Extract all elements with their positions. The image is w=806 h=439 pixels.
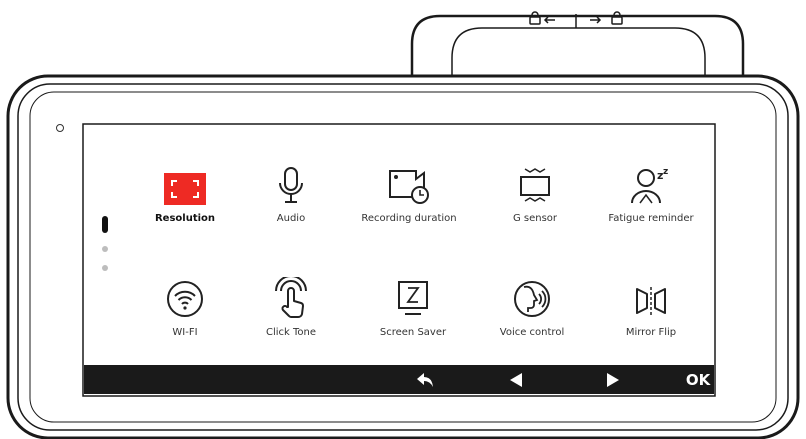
menu-item-click-tone[interactable]: Click Tone	[228, 271, 354, 338]
settings-screen: Resolution Audio Recording duration G se…	[84, 125, 714, 394]
menu-item-label: Click Tone	[265, 327, 317, 338]
unlock-lock-icons	[529, 11, 623, 28]
g-sensor-icon	[520, 168, 550, 202]
front-camera-lens	[56, 124, 64, 132]
menu-item-label: Recording duration	[361, 213, 457, 224]
page-indicator-active	[102, 216, 108, 233]
menu-item-label: Voice control	[499, 327, 565, 338]
page-indicator-dot	[102, 265, 108, 271]
right-triangle-icon	[607, 372, 619, 387]
previous-button[interactable]	[496, 365, 536, 394]
menu-item-recording-duration[interactable]: Recording duration	[346, 157, 472, 224]
svg-text:z: z	[663, 167, 668, 177]
recording-duration-icon	[389, 170, 429, 204]
back-button[interactable]	[405, 365, 445, 394]
menu-item-fatigue-reminder[interactable]: z z Fatigue reminder	[588, 157, 714, 224]
voice-control-icon	[514, 281, 550, 317]
next-button[interactable]	[593, 365, 633, 394]
menu-item-label: Mirror Flip	[625, 327, 677, 338]
menu-item-audio[interactable]: Audio	[228, 157, 354, 224]
bottom-control-bar: OK	[84, 365, 714, 394]
menu-item-mirror-flip[interactable]: Mirror Flip	[588, 271, 714, 338]
resolution-icon	[164, 173, 206, 205]
fatigue-icon: z z	[631, 167, 668, 204]
click-tone-icon	[275, 277, 307, 318]
menu-item-screen-saver[interactable]: Screen Saver	[350, 271, 476, 338]
menu-item-label: Fatigue reminder	[608, 213, 694, 224]
back-arrow-icon	[417, 372, 433, 387]
page-indicator-dot	[102, 246, 108, 252]
left-triangle-icon	[510, 372, 522, 387]
wifi-icon	[167, 281, 203, 317]
menu-item-label: Screen Saver	[379, 327, 447, 338]
screen-saver-icon	[398, 281, 428, 315]
menu-item-voice-control[interactable]: Voice control	[469, 271, 595, 338]
mirror-flip-icon	[636, 287, 666, 315]
menu-item-label: G sensor	[512, 213, 558, 224]
ok-button[interactable]: OK	[678, 365, 718, 394]
microphone-icon	[279, 167, 303, 203]
menu-item-g-sensor[interactable]: G sensor	[472, 157, 598, 224]
menu-item-label: Audio	[276, 213, 306, 224]
